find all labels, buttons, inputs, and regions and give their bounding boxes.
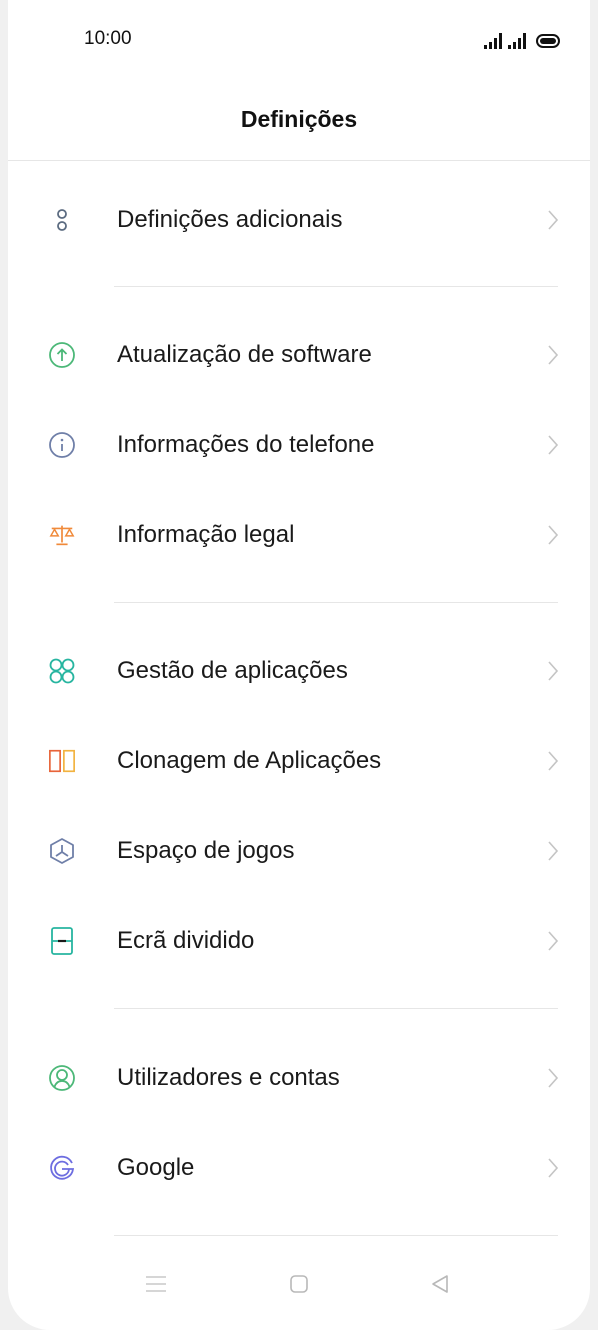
divider <box>114 1008 558 1009</box>
chevron-right-icon <box>548 751 559 771</box>
settings-item-app-cloning[interactable]: Clonagem de Aplicações <box>8 716 590 806</box>
divider <box>114 602 558 603</box>
title-bar: Definições <box>8 86 590 161</box>
settings-item-game-space[interactable]: Espaço de jogos <box>8 806 590 896</box>
back-icon[interactable] <box>426 1270 454 1298</box>
home-icon[interactable] <box>285 1270 313 1298</box>
signal-icon-2 <box>508 33 526 49</box>
status-time: 10:00 <box>84 28 132 49</box>
settings-item-additional[interactable]: Definições adicionais <box>8 175 590 265</box>
user-circle-icon <box>48 1064 76 1092</box>
settings-item-software-update[interactable]: Atualização de software <box>8 310 590 400</box>
chevron-right-icon <box>548 210 559 230</box>
settings-item-phone-info[interactable]: Informações do telefone <box>8 400 590 490</box>
settings-item-label: Informações do telefone <box>117 431 375 458</box>
settings-item-split-screen[interactable]: Ecrã dividido <box>8 896 590 986</box>
battery-icon <box>536 34 560 48</box>
settings-item-legal-info[interactable]: Informação legal <box>8 490 590 580</box>
chevron-right-icon <box>548 345 559 365</box>
settings-item-users-accounts[interactable]: Utilizadores e contas <box>8 1033 590 1123</box>
status-bar: 10:00 <box>8 0 590 70</box>
status-icons <box>484 27 560 49</box>
settings-item-label: Atualização de software <box>117 341 372 368</box>
settings-item-label: Gestão de aplicações <box>117 657 348 684</box>
chevron-right-icon <box>548 1068 559 1088</box>
divider <box>114 286 558 287</box>
settings-item-label: Google <box>117 1154 195 1181</box>
app-grid-icon <box>48 657 76 685</box>
device-frame: 10:00 Definições Definições adicionais A… <box>0 0 598 1330</box>
scales-icon <box>48 521 76 549</box>
settings-item-label: Definições adicionais <box>117 206 343 233</box>
chevron-right-icon <box>548 525 559 545</box>
divider <box>114 1235 558 1236</box>
page-title: Definições <box>240 106 358 132</box>
navigation-bar <box>8 1258 590 1310</box>
menu-icon[interactable] <box>142 1270 170 1298</box>
chevron-right-icon <box>548 661 559 681</box>
settings-item-app-management[interactable]: Gestão de aplicações <box>8 626 590 716</box>
game-space-icon <box>48 837 76 865</box>
arrow-up-circle-icon <box>48 341 76 369</box>
clone-icon <box>48 747 76 775</box>
dots-vertical-icon <box>48 206 76 234</box>
settings-item-label: Informação legal <box>117 521 295 548</box>
google-icon <box>48 1154 76 1182</box>
settings-item-google[interactable]: Google <box>8 1123 590 1213</box>
screen: 10:00 Definições Definições adicionais A… <box>8 0 590 1330</box>
settings-item-label: Espaço de jogos <box>117 837 295 864</box>
chevron-right-icon <box>548 841 559 861</box>
chevron-right-icon <box>548 435 559 455</box>
signal-icon <box>484 33 502 49</box>
settings-item-label: Utilizadores e contas <box>117 1064 340 1091</box>
info-circle-icon <box>48 431 76 459</box>
settings-item-label: Ecrã dividido <box>117 927 255 954</box>
settings-item-label: Clonagem de Aplicações <box>117 747 382 774</box>
chevron-right-icon <box>548 1158 559 1178</box>
chevron-right-icon <box>548 931 559 951</box>
split-screen-icon <box>48 927 76 955</box>
